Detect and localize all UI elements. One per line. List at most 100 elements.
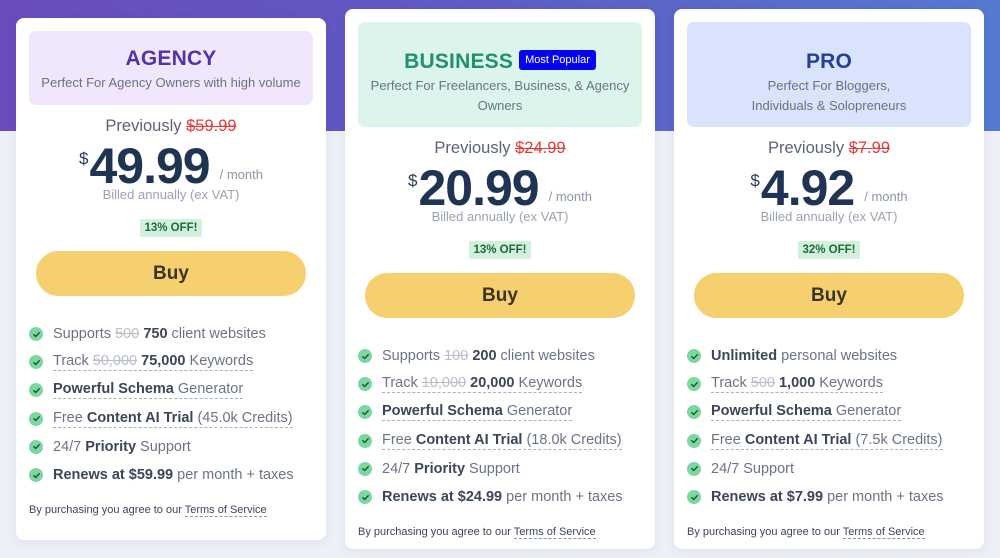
feature-item: Track 50,000 75,000 Keywords — [29, 348, 326, 376]
previous-price: $7.99 — [848, 139, 890, 157]
feature-item: Unlimited personal websites — [687, 342, 984, 370]
feature-item: Track 500 1,000 Keywords — [687, 370, 984, 398]
plan-title: PRO — [805, 50, 853, 73]
check-circle-icon — [687, 461, 701, 476]
previous-price-row: Previously $59.99 — [16, 115, 326, 137]
most-popular-badge: Most Popular — [519, 50, 596, 70]
price-period: / month — [864, 189, 908, 204]
terms-note: By purchasing you agree to our Terms of … — [29, 504, 326, 518]
previous-limit: 100 — [444, 348, 469, 365]
feature-text[interactable]: Track 10,000 20,000 Keywords — [382, 375, 583, 394]
terms-prefix: By purchasing you agree to our — [29, 504, 185, 517]
feature-text[interactable]: Track 500 1,000 Keywords — [711, 375, 883, 394]
feature-text-part: Track — [53, 353, 93, 370]
discount-badge: 13% OFF! — [140, 219, 202, 237]
feature-text-part: (18.0k Credits) — [522, 431, 622, 448]
feature-text-part: per month + taxes — [502, 489, 623, 506]
plan-title-row: AGENCY — [39, 47, 303, 71]
feature-text-part: Keywords — [815, 375, 883, 392]
feature-highlight: Unlimited — [711, 348, 778, 365]
discount-badge: 13% OFF! — [469, 241, 531, 259]
terms-prefix: By purchasing you agree to our — [687, 526, 843, 539]
price-amount: 4.92 — [760, 160, 855, 216]
feature-item: Free Content AI Trial (45.0k Credits) — [29, 405, 326, 433]
feature-text: 24/7 Priority Support — [53, 439, 191, 455]
feature-highlight: 750 — [143, 326, 168, 343]
feature-text[interactable]: Powerful Schema Generator — [711, 403, 902, 422]
check-circle-icon — [687, 405, 701, 420]
feature-text[interactable]: Free Content AI Trial (18.0k Credits) — [382, 432, 622, 450]
feature-item: 24/7 Priority Support — [29, 433, 326, 461]
feature-list: Supports 500 750 client websites Track 50… — [29, 320, 326, 489]
feature-list: Unlimited personal websites Track 500 1,0… — [687, 342, 984, 511]
feature-text[interactable]: Powerful Schema Generator — [382, 403, 573, 422]
feature-highlight: 20,000 — [470, 375, 515, 392]
check-circle-icon — [358, 349, 372, 364]
terms-of-service-link[interactable]: Terms of Service — [842, 526, 925, 540]
feature-text: Supports 500 750 client websites — [53, 326, 266, 342]
plan-description: Perfect For Agency Owners with high volu… — [41, 75, 301, 90]
feature-item: Renews at $59.99 per month + taxes — [29, 461, 326, 489]
previous-limit: 10,000 — [421, 375, 467, 392]
buy-button-pro[interactable]: Buy — [694, 273, 964, 318]
feature-text-part: 24/7 — [382, 460, 415, 477]
feature-item: Powerful Schema Generator — [29, 376, 326, 404]
terms-of-service-link[interactable]: Terms of Service — [513, 526, 596, 540]
check-circle-icon — [358, 461, 372, 476]
feature-text: 24/7 Support — [711, 461, 794, 477]
feature-text: Supports 100 200 client websites — [382, 348, 595, 364]
feature-text[interactable]: Track 50,000 75,000 Keywords — [53, 353, 254, 372]
feature-text-part: Supports — [382, 348, 445, 365]
price-row: $ 4.92 / month — [674, 161, 984, 215]
feature-highlight: 1,000 — [778, 375, 816, 392]
terms-of-service-link[interactable]: Terms of Service — [184, 504, 267, 518]
check-circle-icon — [358, 433, 372, 448]
feature-text-part: per month + taxes — [823, 489, 944, 506]
previously-label: Previously — [434, 139, 511, 157]
plan-card-agency: AGENCY Perfect For Agency Owners with hi… — [16, 18, 326, 540]
check-circle-icon — [29, 355, 43, 370]
feature-text-part: Generator — [173, 381, 244, 398]
buy-button-business[interactable]: Buy — [365, 273, 635, 318]
feature-text-part: Support — [465, 460, 520, 477]
previously-label: Previously — [105, 117, 182, 135]
plan-card-pro: PRO Perfect For Bloggers, Individuals & … — [674, 9, 984, 549]
feature-highlight: 200 — [472, 348, 497, 365]
plan-description: Perfect For Freelancers, Business, & Age… — [370, 78, 630, 113]
plan-description: Perfect For Bloggers, Individuals & Solo… — [751, 78, 907, 113]
feature-item: 24/7 Support — [687, 455, 984, 483]
feature-highlight: Renews at $24.99 — [382, 489, 503, 506]
plan-title-row: PRO — [697, 50, 961, 74]
feature-text[interactable]: Powerful Schema Generator — [53, 381, 244, 400]
feature-text-part: 24/7 — [53, 438, 86, 455]
previous-price: $24.99 — [515, 139, 566, 157]
check-circle-icon — [29, 411, 43, 426]
price-period: / month — [548, 189, 592, 204]
feature-list: Supports 100 200 client websites Track 10… — [358, 342, 655, 511]
feature-text-part: client websites — [167, 326, 266, 343]
feature-text-part: Free — [53, 409, 87, 426]
price-period: / month — [219, 167, 263, 182]
feature-item: Supports 100 200 client websites — [358, 342, 655, 370]
feature-item: Free Content AI Trial (18.0k Credits) — [358, 427, 655, 455]
currency-symbol: $ — [408, 171, 418, 190]
check-circle-icon — [29, 327, 43, 342]
terms-prefix: By purchasing you agree to our — [358, 526, 514, 539]
feature-item: Powerful Schema Generator — [687, 398, 984, 426]
plan-title: AGENCY — [125, 47, 217, 70]
feature-highlight: Powerful Schema — [53, 381, 174, 398]
feature-text-part: Track — [711, 375, 751, 392]
feature-text-part: Keywords — [514, 375, 583, 392]
feature-highlight: Content AI Trial — [744, 431, 852, 448]
feature-text-part: Free — [711, 431, 745, 448]
feature-item: Track 10,000 20,000 Keywords — [358, 370, 655, 398]
check-circle-icon — [29, 439, 43, 454]
previous-limit: 500 — [115, 326, 140, 343]
feature-text-part: Keywords — [185, 353, 254, 370]
feature-text[interactable]: Free Content AI Trial (45.0k Credits) — [53, 410, 293, 428]
feature-highlight: 75,000 — [141, 353, 186, 370]
buy-button-agency[interactable]: Buy — [36, 251, 306, 296]
currency-symbol: $ — [750, 171, 760, 190]
feature-highlight: Priority — [414, 460, 466, 477]
feature-text[interactable]: Free Content AI Trial (7.5k Credits) — [711, 432, 943, 450]
